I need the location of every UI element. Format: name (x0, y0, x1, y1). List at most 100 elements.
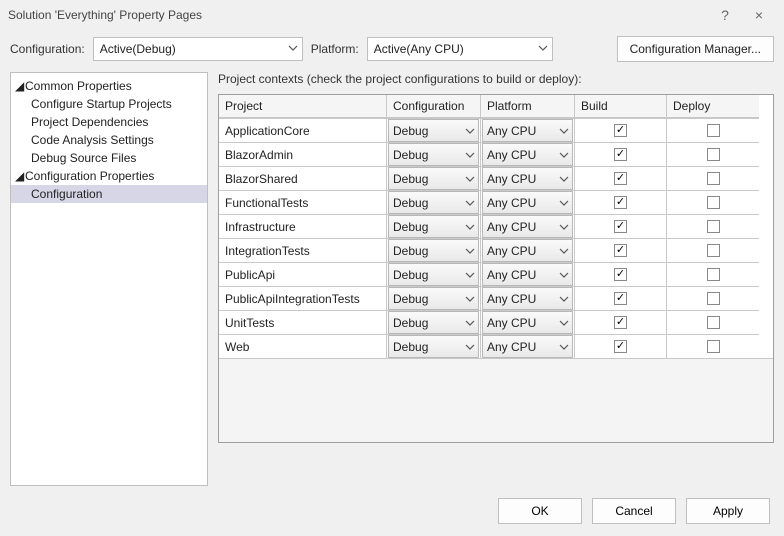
build-checkbox[interactable] (614, 196, 627, 209)
platform-combo[interactable]: Any CPU (482, 239, 573, 262)
project-name: ApplicationCore (219, 119, 386, 142)
expander-icon[interactable]: ◢ (15, 169, 25, 183)
config-combo[interactable]: Debug (388, 143, 479, 166)
window-title: Solution 'Everything' Property Pages (8, 8, 708, 22)
close-icon[interactable]: × (742, 7, 776, 23)
table-row: PublicApiDebugAny CPU (219, 262, 773, 286)
platform-combo[interactable]: Any CPU (482, 311, 573, 334)
build-checkbox[interactable] (614, 316, 627, 329)
chevron-down-icon (559, 317, 569, 331)
build-checkbox[interactable] (614, 148, 627, 161)
platform-combo[interactable]: Any CPU (482, 263, 573, 286)
col-build[interactable]: Build (575, 95, 667, 118)
deploy-checkbox[interactable] (707, 148, 720, 161)
expander-icon[interactable]: ◢ (15, 79, 25, 93)
configuration-manager-button[interactable]: Configuration Manager... (617, 36, 774, 62)
project-name: UnitTests (219, 311, 386, 334)
tree-item[interactable]: Debug Source Files (11, 149, 207, 167)
deploy-checkbox[interactable] (707, 124, 720, 137)
platform-combo[interactable]: Any CPU (482, 191, 573, 214)
config-combo[interactable]: Debug (388, 119, 479, 142)
chevron-down-icon (559, 245, 569, 259)
build-checkbox[interactable] (614, 172, 627, 185)
chevron-down-icon (465, 221, 475, 235)
config-combo[interactable]: Debug (388, 239, 479, 262)
tree-configuration-properties[interactable]: ◢ Configuration Properties (11, 167, 207, 185)
apply-button[interactable]: Apply (686, 498, 770, 524)
ok-button[interactable]: OK (498, 498, 582, 524)
table-row: IntegrationTestsDebugAny CPU (219, 238, 773, 262)
table-row: BlazorSharedDebugAny CPU (219, 166, 773, 190)
config-combo[interactable]: Debug (388, 167, 479, 190)
deploy-checkbox[interactable] (707, 220, 720, 233)
titlebar: Solution 'Everything' Property Pages ? × (0, 0, 784, 30)
deploy-checkbox[interactable] (707, 244, 720, 257)
table-row: PublicApiIntegrationTestsDebugAny CPU (219, 286, 773, 310)
platform-label: Platform: (311, 42, 359, 56)
project-name: PublicApiIntegrationTests (219, 287, 386, 310)
platform-combo[interactable]: Any CPU (482, 143, 573, 166)
configuration-combo[interactable]: Active(Debug) (93, 37, 303, 61)
chevron-down-icon (559, 125, 569, 139)
project-name: Infrastructure (219, 215, 386, 238)
table-row: ApplicationCoreDebugAny CPU (219, 118, 773, 142)
project-name: FunctionalTests (219, 191, 386, 214)
tree-item[interactable]: Configure Startup Projects (11, 95, 207, 113)
table-row: InfrastructureDebugAny CPU (219, 214, 773, 238)
table-row: UnitTestsDebugAny CPU (219, 310, 773, 334)
deploy-checkbox[interactable] (707, 340, 720, 353)
build-checkbox[interactable] (614, 244, 627, 257)
project-name: BlazorShared (219, 167, 386, 190)
table-row: FunctionalTestsDebugAny CPU (219, 190, 773, 214)
deploy-checkbox[interactable] (707, 316, 720, 329)
platform-combo[interactable]: Any CPU (482, 335, 573, 358)
tree-item[interactable]: Project Dependencies (11, 113, 207, 131)
table-row: BlazorAdminDebugAny CPU (219, 142, 773, 166)
chevron-down-icon (288, 42, 298, 56)
config-combo[interactable]: Debug (388, 215, 479, 238)
tree-item-configuration[interactable]: Configuration (11, 185, 207, 203)
project-name: BlazorAdmin (219, 143, 386, 166)
chevron-down-icon (465, 149, 475, 163)
chevron-down-icon (559, 149, 569, 163)
chevron-down-icon (559, 221, 569, 235)
chevron-down-icon (559, 197, 569, 211)
col-platform[interactable]: Platform (481, 95, 575, 118)
grid-header-row: Project Configuration Platform Build Dep… (219, 95, 773, 118)
col-project[interactable]: Project (219, 95, 387, 118)
config-combo[interactable]: Debug (388, 287, 479, 310)
chevron-down-icon (465, 125, 475, 139)
col-configuration[interactable]: Configuration (387, 95, 481, 118)
project-name: IntegrationTests (219, 239, 386, 262)
platform-combo[interactable]: Any CPU (482, 287, 573, 310)
project-name: Web (219, 335, 386, 358)
tree-common-properties[interactable]: ◢ Common Properties (11, 77, 207, 95)
help-icon[interactable]: ? (708, 7, 742, 23)
build-checkbox[interactable] (614, 220, 627, 233)
cancel-button[interactable]: Cancel (592, 498, 676, 524)
platform-combo[interactable]: Any CPU (482, 119, 573, 142)
project-contexts-grid: Project Configuration Platform Build Dep… (218, 94, 774, 443)
build-checkbox[interactable] (614, 292, 627, 305)
platform-combo[interactable]: Any CPU (482, 215, 573, 238)
config-combo[interactable]: Debug (388, 263, 479, 286)
config-combo[interactable]: Debug (388, 335, 479, 358)
deploy-checkbox[interactable] (707, 172, 720, 185)
deploy-checkbox[interactable] (707, 268, 720, 281)
build-checkbox[interactable] (614, 340, 627, 353)
chevron-down-icon (465, 317, 475, 331)
config-combo[interactable]: Debug (388, 311, 479, 334)
configuration-value: Active(Debug) (100, 42, 176, 56)
platform-combo[interactable]: Active(Any CPU) (367, 37, 553, 61)
table-row: WebDebugAny CPU (219, 334, 773, 358)
col-deploy[interactable]: Deploy (667, 95, 759, 118)
chevron-down-icon (465, 245, 475, 259)
build-checkbox[interactable] (614, 268, 627, 281)
deploy-checkbox[interactable] (707, 292, 720, 305)
platform-combo[interactable]: Any CPU (482, 167, 573, 190)
config-combo[interactable]: Debug (388, 191, 479, 214)
tree-item[interactable]: Code Analysis Settings (11, 131, 207, 149)
deploy-checkbox[interactable] (707, 196, 720, 209)
build-checkbox[interactable] (614, 124, 627, 137)
dialog-footer: OK Cancel Apply (498, 498, 770, 524)
